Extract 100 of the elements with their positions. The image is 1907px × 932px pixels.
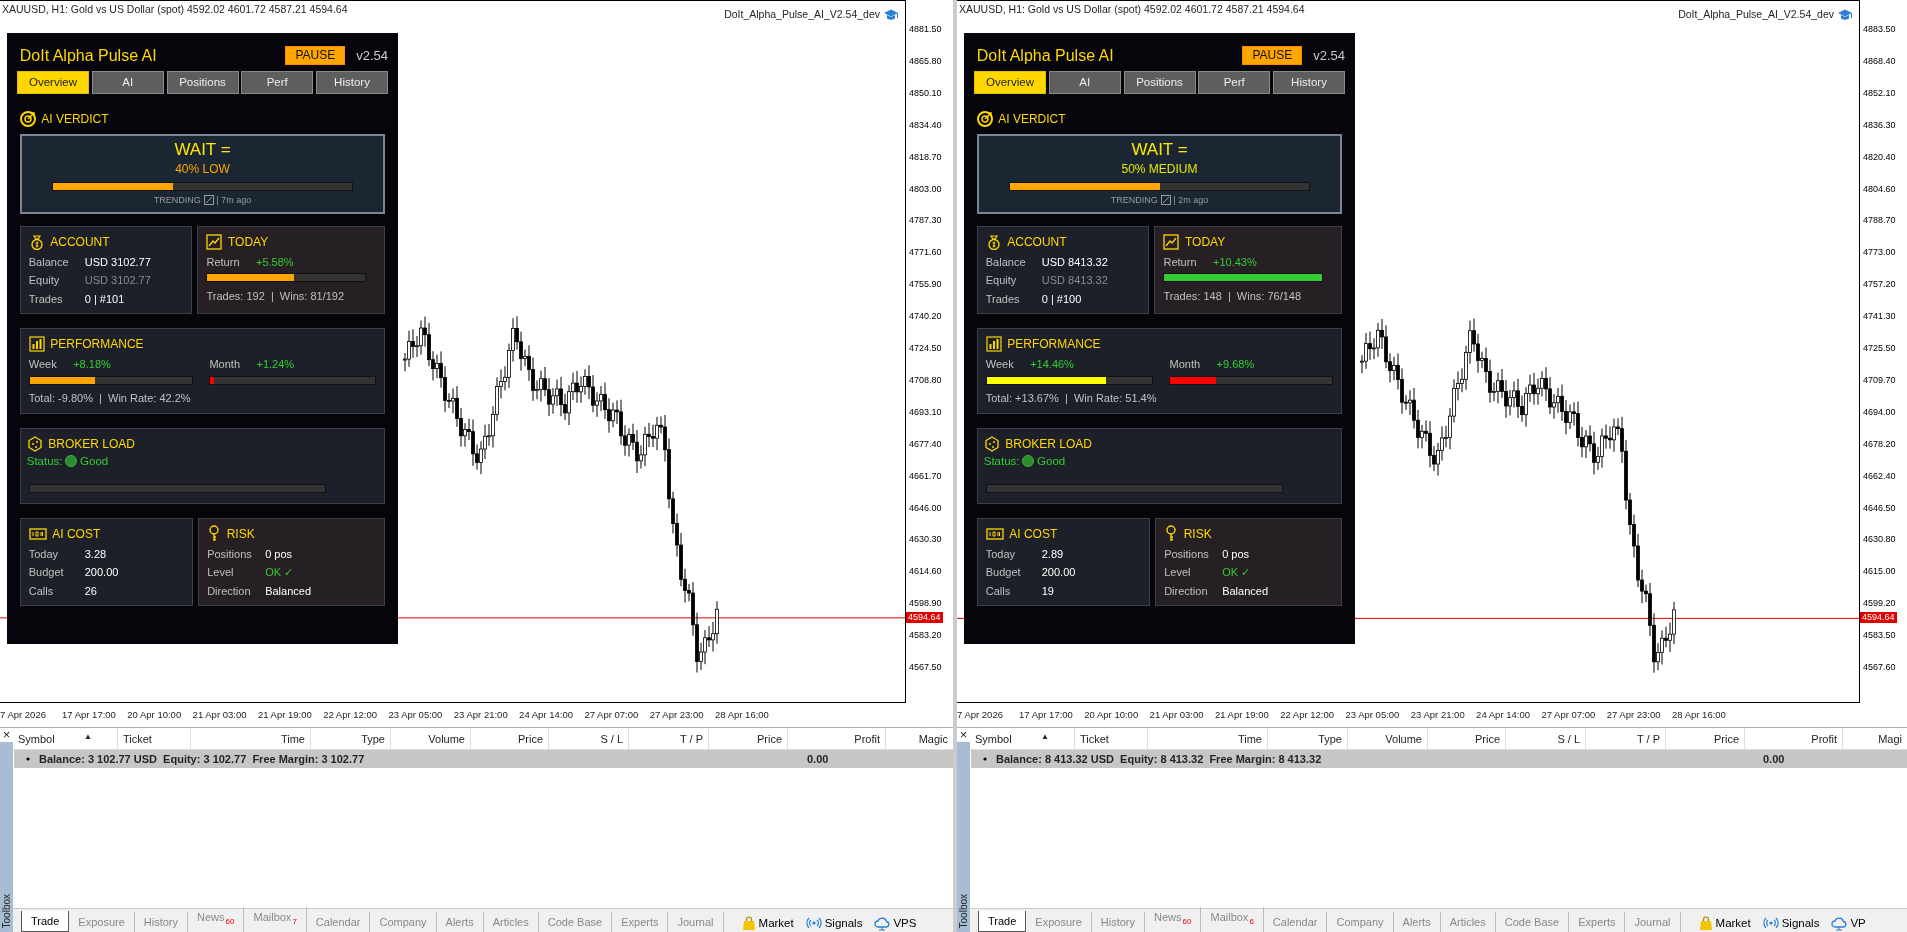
return-value: +5.58% <box>256 254 294 270</box>
column-header[interactable]: T / P <box>1586 728 1666 749</box>
panel-tab[interactable]: Overview <box>17 70 89 94</box>
column-header[interactable]: Volume <box>1348 728 1428 749</box>
row-value: 3.28 <box>84 546 108 562</box>
price-label: 4771.60 <box>909 247 942 259</box>
column-header[interactable]: Volume <box>391 728 471 749</box>
column-header[interactable]: Type <box>311 728 391 749</box>
column-header[interactable]: Ticket <box>1075 728 1148 749</box>
toolbox-tab[interactable]: Mailbox$_{7}$ <box>244 906 307 932</box>
trend-icon <box>1160 195 1171 206</box>
toolbar-shortcut[interactable]: VP <box>1825 914 1872 932</box>
column-header[interactable]: Price <box>471 728 549 749</box>
column-header[interactable]: S / L <box>1506 728 1586 749</box>
row-value: OK ✓ <box>1222 565 1252 580</box>
price-label: 4755.90 <box>909 279 942 291</box>
toolbox-tab[interactable]: News$_{60}$ <box>188 906 245 932</box>
time-label: 24 Apr 14:00 <box>1476 708 1530 722</box>
column-header[interactable]: Ticket <box>118 728 191 749</box>
row-value: Balanced <box>1222 583 1269 599</box>
column-header[interactable]: T / P <box>629 728 709 749</box>
column-header[interactable]: Symbol ▲ <box>970 728 1075 749</box>
toolbox-tab[interactable]: Mailbox$_{6}$ <box>1201 906 1264 932</box>
row-value: 200.00 <box>1041 565 1077 580</box>
card-heading: AI COST <box>52 525 101 543</box>
panel-tab[interactable]: History <box>1273 70 1345 94</box>
column-header[interactable]: Time <box>191 728 311 749</box>
row-label: Positions <box>1164 546 1210 562</box>
card-heading: AI VERDICT <box>41 111 109 128</box>
price-label: 4630.30 <box>909 534 942 546</box>
panel-tab[interactable]: Perf <box>1198 70 1271 94</box>
shortcut-label: VPS <box>893 915 917 931</box>
column-header[interactable]: Profit <box>1745 728 1843 749</box>
pause-button[interactable]: PAUSE <box>1242 46 1303 66</box>
row-value: OK ✓ <box>265 565 295 580</box>
price-label: 4757.20 <box>1863 279 1896 291</box>
time-label: 17 Apr 17:00 <box>1019 708 1073 722</box>
column-header[interactable]: Price <box>709 728 788 749</box>
column-header[interactable]: Magi <box>1843 728 1907 749</box>
panel-tab[interactable]: Perf <box>241 70 314 94</box>
pause-button[interactable]: PAUSE <box>285 46 346 66</box>
column-header[interactable]: Type <box>1268 728 1348 749</box>
toolbox-tab[interactable]: Trade <box>978 911 1027 932</box>
toolbar-shortcut[interactable]: VPS <box>868 914 923 932</box>
cube-icon <box>26 435 43 452</box>
column-header[interactable]: Time <box>1148 728 1268 749</box>
toolbar-shortcut[interactable]: Market <box>1692 914 1757 932</box>
row-label: Budget <box>985 565 1022 580</box>
column-header[interactable]: Price <box>1666 728 1745 749</box>
panel-tab[interactable]: AI <box>91 70 164 94</box>
chart-title: XAUUSD, H1: Gold vs US Dollar (spot) 4592.02 4601.72 4587.21 4594.64 <box>2 2 348 17</box>
row-value: 2.89 <box>1041 546 1065 562</box>
column-header[interactable]: Price <box>1428 728 1506 749</box>
column-header[interactable]: Magic <box>886 728 953 749</box>
price-label: 4868.40 <box>1863 55 1896 67</box>
price-label: 4725.50 <box>1863 343 1896 354</box>
metric-value: +8.18% <box>73 357 111 372</box>
row-label: Balance <box>28 254 70 270</box>
toolbox-label: Toolbox <box>0 893 13 928</box>
toolbox-tab[interactable]: Trade <box>21 911 70 932</box>
cloud-icon <box>874 915 891 931</box>
toolbar-shortcut[interactable]: Signals <box>1756 914 1826 932</box>
toolbar-shortcut[interactable]: Signals <box>799 914 869 932</box>
row-label: Trades <box>985 291 1021 307</box>
cloud-icon <box>1831 915 1848 931</box>
toolbar-shortcut[interactable]: Market <box>735 914 800 932</box>
graduation-cap-icon <box>883 8 899 22</box>
row-value: 0 | #100 <box>1041 291 1083 307</box>
column-header[interactable]: Profit <box>788 728 886 749</box>
column-header[interactable]: S / L <box>549 728 629 749</box>
time-label: 27 Apr 07:00 <box>584 708 639 722</box>
row-value: USD 3102.77 <box>84 254 152 270</box>
row-label: Equity <box>28 273 61 289</box>
age-label: | 7m ago <box>216 193 252 207</box>
price-label: 4693.10 <box>909 406 942 418</box>
current-price-label: 4594.64 <box>906 611 943 623</box>
price-label: 4615.00 <box>1863 566 1896 578</box>
panel-tab[interactable]: AI <box>1048 70 1121 94</box>
target-icon <box>19 111 36 127</box>
panel-tab[interactable]: Overview <box>974 70 1046 94</box>
price-label: 4583.20 <box>909 630 942 642</box>
price-label: 4709.70 <box>1863 374 1896 386</box>
price-label: 4773.00 <box>1863 247 1896 259</box>
panel-tab[interactable]: Positions <box>1123 70 1196 94</box>
price-label: 4850.10 <box>909 87 942 99</box>
toolbox-tab[interactable]: News$_{60}$ <box>1145 906 1202 932</box>
price-label: 4614.60 <box>909 566 942 578</box>
price-label: 4836.30 <box>1863 119 1896 131</box>
row-value: 26 <box>84 583 98 599</box>
close-button[interactable]: × <box>957 728 970 742</box>
row-label: Calls <box>985 583 1012 599</box>
panel-tab[interactable]: Positions <box>166 70 239 94</box>
signal-icon <box>805 916 822 931</box>
column-label: Symbol <box>18 732 55 746</box>
panel-tab[interactable]: History <box>316 70 388 94</box>
time-label: 23 Apr 05:00 <box>1345 708 1400 722</box>
close-button[interactable]: × <box>0 728 13 742</box>
column-header[interactable]: Symbol ▲ <box>13 728 118 749</box>
price-label: 4646.00 <box>909 502 942 514</box>
time-label: 27 Apr 23:00 <box>649 708 704 722</box>
